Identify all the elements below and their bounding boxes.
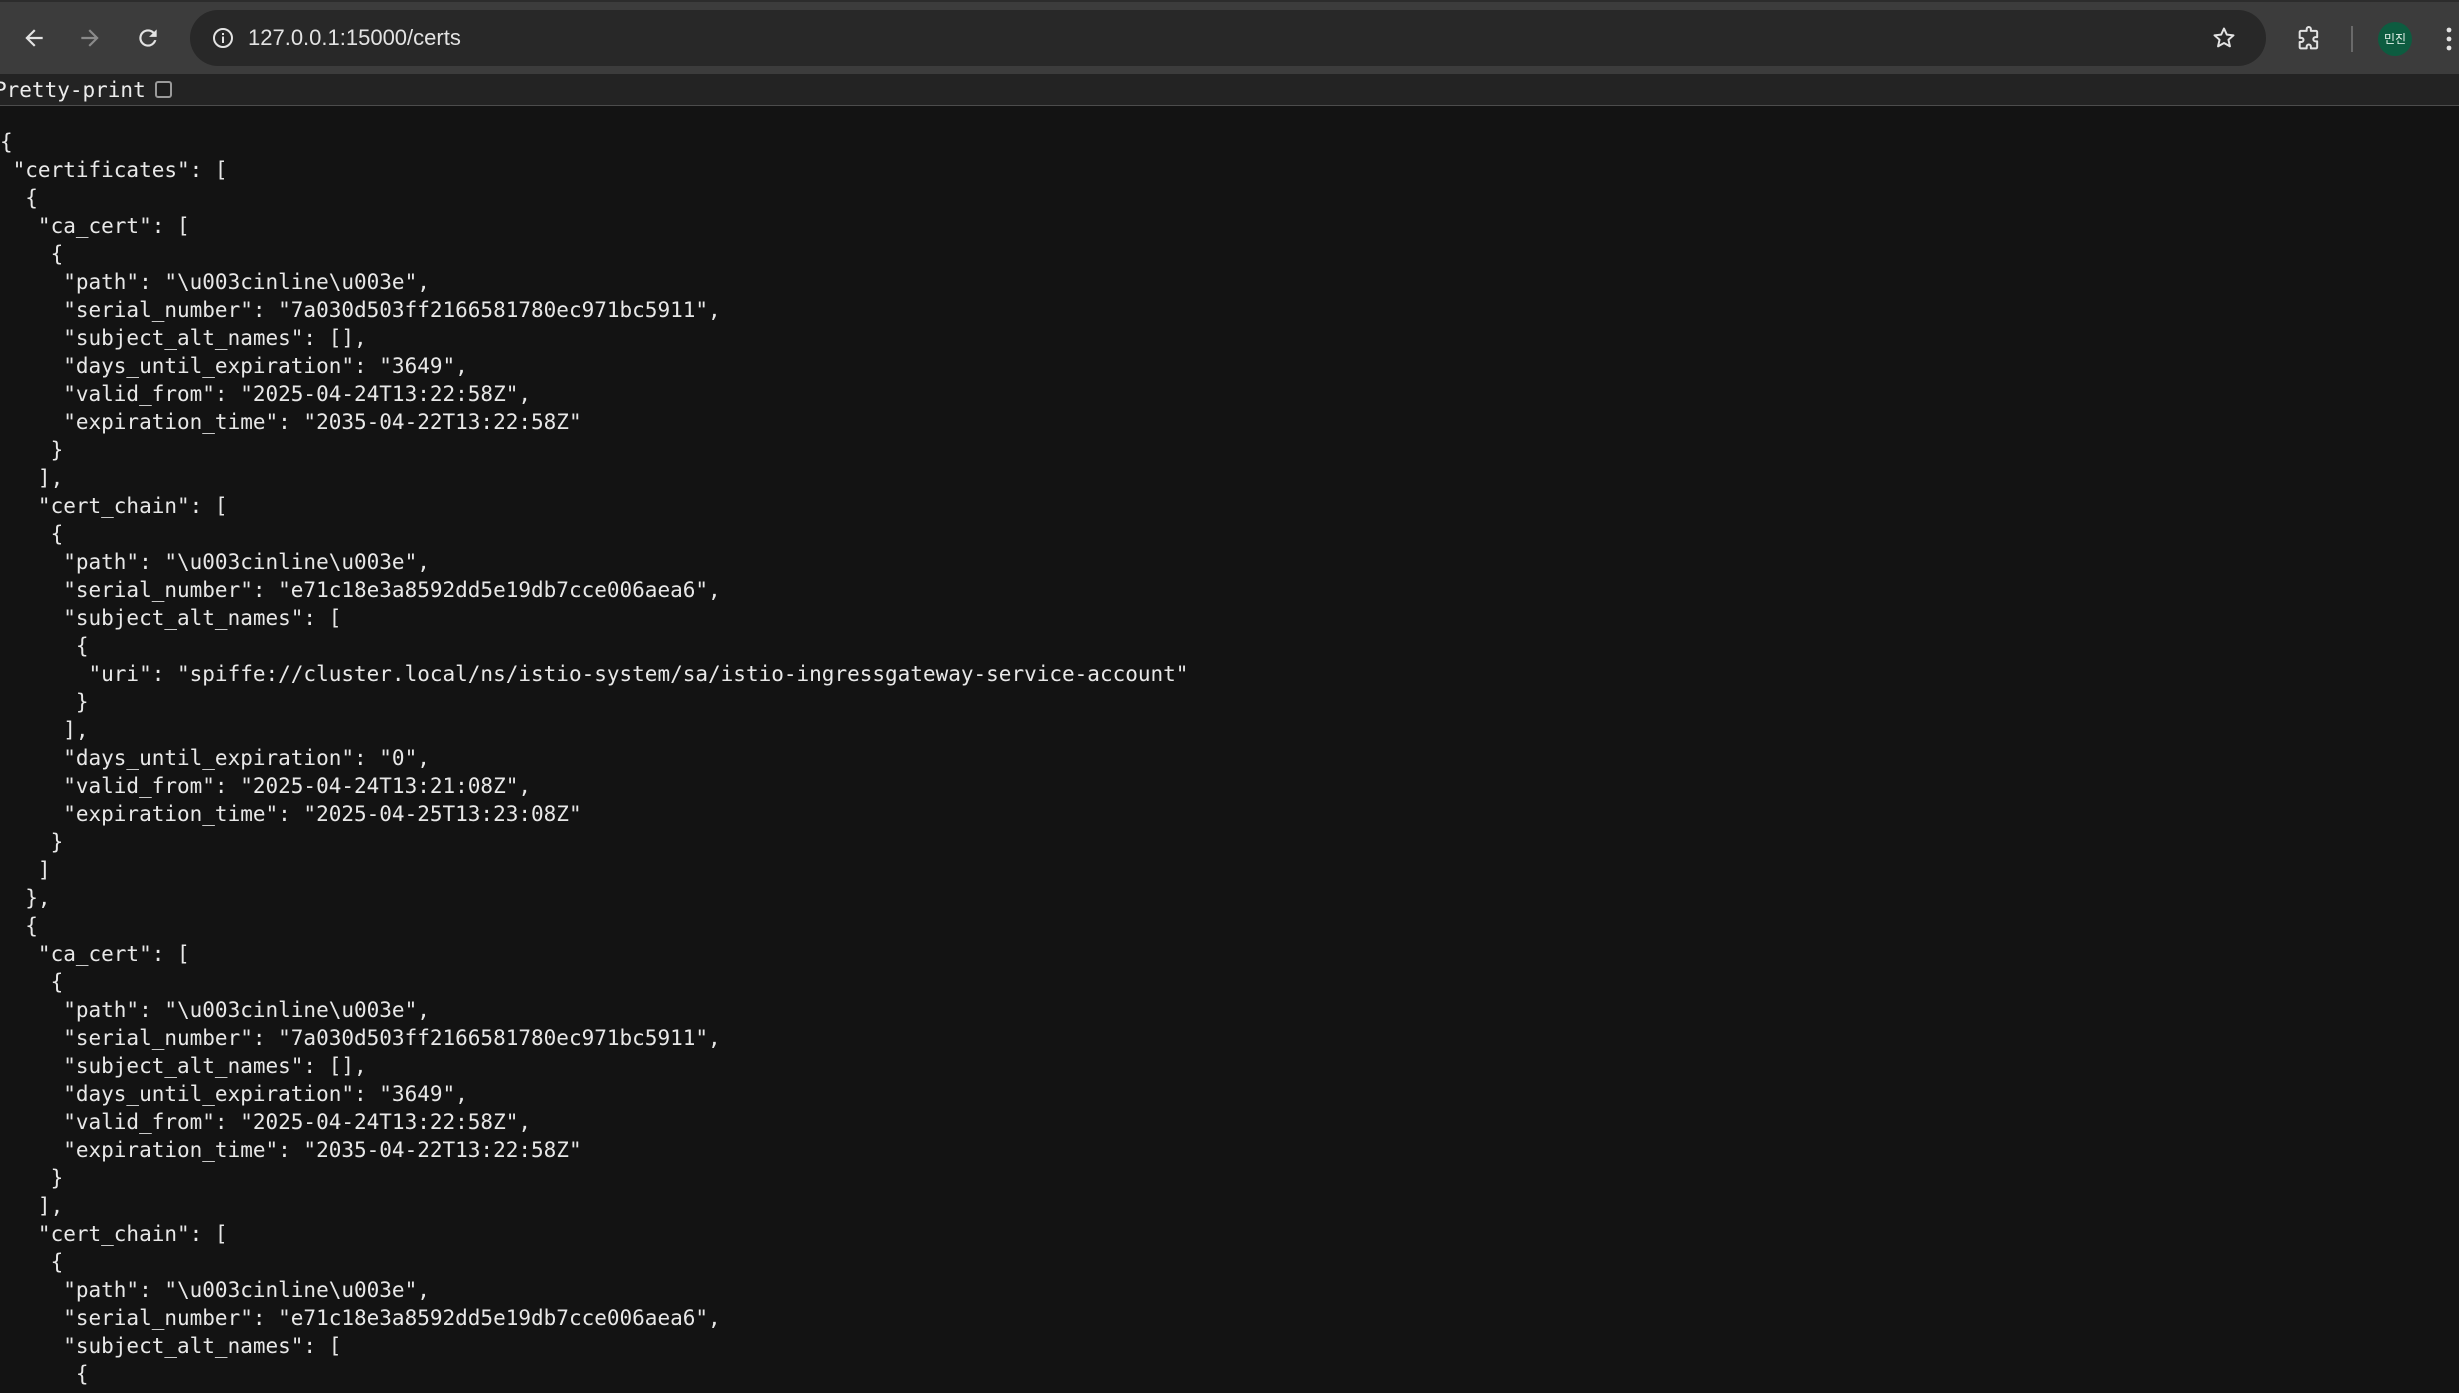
browser-toolbar: 127.0.0.1:15000/certs 민진 — [0, 0, 2459, 74]
json-line: "serial_number": "e71c18e3a8592dd5e19db7… — [0, 1306, 721, 1330]
json-line: "days_until_expiration": "3649", — [0, 354, 468, 378]
json-line: { — [0, 242, 64, 266]
pretty-print-label: Pretty-print — [0, 78, 146, 102]
json-line: "valid_from": "2025-04-24T13:22:58Z", — [0, 382, 532, 406]
json-line: ], — [0, 718, 89, 742]
json-line: "path": "\u003cinline\u003e", — [0, 550, 430, 574]
json-line: "days_until_expiration": "0", — [0, 746, 430, 770]
json-line: ], — [0, 466, 64, 490]
url-text[interactable]: 127.0.0.1:15000/certs — [248, 10, 461, 66]
json-line: "cert_chain": [ — [0, 494, 228, 518]
back-button[interactable] — [16, 20, 52, 56]
json-line: "expiration_time": "2035-04-22T13:22:58Z… — [0, 1138, 582, 1162]
json-line: "ca_cert": [ — [0, 214, 190, 238]
json-line: "expiration_time": "2035-04-22T13:22:58Z… — [0, 410, 582, 434]
json-line: "expiration_time": "2025-04-25T13:23:08Z… — [0, 802, 582, 826]
json-line: { — [0, 186, 38, 210]
json-line: "days_until_expiration": "3649", — [0, 1082, 468, 1106]
profile-avatar[interactable]: 민진 — [2378, 22, 2412, 56]
json-line: "path": "\u003cinline\u003e", — [0, 1278, 430, 1302]
puzzle-icon — [2298, 26, 2319, 50]
json-line: { — [0, 522, 64, 546]
json-line: { — [0, 914, 38, 938]
json-line: { — [0, 130, 13, 154]
json-line: } — [0, 830, 64, 854]
json-line: }, — [0, 886, 51, 910]
json-line: "serial_number": "7a030d503ff2166581780e… — [0, 298, 721, 322]
json-line: "uri": "spiffe://cluster.local/ns/istio-… — [0, 662, 1189, 686]
arrow-left-icon — [25, 29, 43, 47]
json-content: { "certificates": [ { "ca_cert": [ { "pa… — [0, 128, 2459, 1393]
json-line: "valid_from": "2025-04-24T13:22:58Z", — [0, 1110, 532, 1134]
json-line: "ca_cert": [ — [0, 942, 190, 966]
json-line: } — [0, 690, 89, 714]
json-line: "subject_alt_names": [], — [0, 326, 367, 350]
json-line: "certificates": [ — [0, 158, 228, 182]
json-line: "path": "\u003cinline\u003e", — [0, 998, 430, 1022]
json-line: "subject_alt_names": [ — [0, 1334, 342, 1358]
json-line: "path": "\u003cinline\u003e", — [0, 270, 430, 294]
json-line: "cert_chain": [ — [0, 1222, 228, 1246]
browser-menu-button[interactable] — [2440, 22, 2459, 56]
arrow-right-icon — [81, 29, 99, 47]
json-line: } — [0, 438, 64, 462]
extensions-button[interactable] — [2290, 20, 2328, 58]
json-line: "subject_alt_names": [ — [0, 606, 342, 630]
info-icon — [213, 28, 233, 48]
kebab-menu-icon — [2446, 27, 2452, 51]
pretty-print-bar: Pretty-print — [0, 74, 2459, 106]
json-line: "serial_number": "7a030d503ff2166581780e… — [0, 1026, 721, 1050]
bookmark-button[interactable] — [2206, 20, 2242, 56]
toolbar-divider — [2351, 26, 2353, 52]
json-line: "serial_number": "e71c18e3a8592dd5e19db7… — [0, 578, 721, 602]
json-line: { — [0, 1362, 89, 1386]
json-line: } — [0, 1166, 64, 1190]
json-line: { — [0, 634, 89, 658]
forward-button[interactable] — [72, 20, 108, 56]
json-line: "subject_alt_names": [], — [0, 1054, 367, 1078]
json-line: ], — [0, 1194, 64, 1218]
site-info-button[interactable] — [204, 19, 242, 57]
json-line: { — [0, 970, 64, 994]
reload-button[interactable] — [130, 20, 166, 56]
json-line: { — [0, 1250, 64, 1274]
json-line: ] — [0, 858, 51, 882]
address-bar[interactable]: 127.0.0.1:15000/certs — [190, 10, 2266, 66]
json-line: "valid_from": "2025-04-24T13:21:08Z", — [0, 774, 532, 798]
star-icon — [2213, 27, 2235, 48]
reload-icon — [139, 29, 157, 47]
pretty-print-checkbox[interactable] — [155, 81, 172, 98]
